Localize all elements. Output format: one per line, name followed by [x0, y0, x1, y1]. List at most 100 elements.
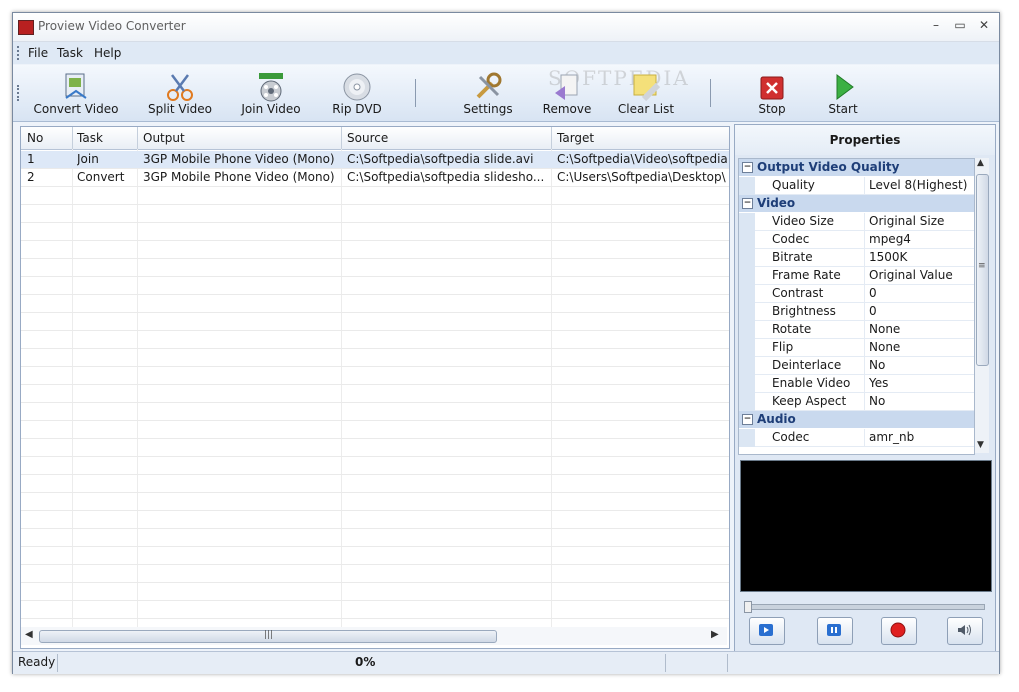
menu-file[interactable]: File [28, 46, 48, 60]
empty-row [21, 385, 729, 403]
status-separator [57, 654, 58, 672]
property-key: Flip [772, 340, 794, 354]
property-key: Codec [772, 430, 810, 444]
scroll-right-icon[interactable]: ▶ [711, 629, 719, 640]
record-stop-button[interactable] [881, 617, 917, 645]
empty-row [21, 601, 729, 619]
properties-panel: Properties − Output Video Quality Qualit… [734, 124, 996, 652]
property-row[interactable]: Frame Rate Original Value [739, 267, 974, 285]
row-divider [864, 321, 865, 339]
cell-output: 3GP Mobile Phone Video (Mono) [143, 170, 335, 184]
close-button[interactable]: ✕ [975, 18, 993, 34]
property-row[interactable]: Deinterlace No [739, 357, 974, 375]
split-video-button[interactable]: Split Video [143, 65, 217, 121]
cell-source: C:\Softpedia\softpedia slide.avi [347, 152, 534, 166]
property-row[interactable]: Contrast 0 [739, 285, 974, 303]
property-row[interactable]: Codec mpeg4 [739, 231, 974, 249]
property-row[interactable]: Rotate None [739, 321, 974, 339]
empty-row [21, 493, 729, 511]
rip-dvd-label: Rip DVD [332, 102, 382, 116]
stop-button[interactable]: Stop [751, 65, 793, 121]
toolbar-separator-2 [710, 79, 711, 107]
property-row-audio-codec[interactable]: Codec amr_nb [739, 429, 974, 447]
stop-label: Stop [758, 102, 786, 116]
property-key: Contrast [772, 286, 824, 300]
row-gutter [739, 429, 755, 447]
property-value: No [869, 358, 886, 372]
column-divider [72, 127, 73, 149]
task-list-header: No Task Output Source Target [21, 127, 729, 150]
property-key: Brightness [772, 304, 836, 318]
maximize-button[interactable]: ▭ [951, 18, 969, 34]
scroll-left-icon[interactable]: ◀ [25, 629, 33, 640]
minimize-button[interactable]: – [927, 18, 945, 34]
column-target[interactable]: Target [557, 131, 594, 145]
scroll-down-icon[interactable]: ▼ [977, 440, 984, 450]
column-output[interactable]: Output [143, 131, 185, 145]
app-icon [18, 20, 34, 35]
row-gutter [739, 303, 755, 321]
menu-help[interactable]: Help [94, 46, 121, 60]
empty-row [21, 205, 729, 223]
pause-button[interactable] [817, 617, 853, 645]
row-divider [864, 357, 865, 375]
horizontal-scrollbar[interactable]: ◀ ||| ▶ [21, 627, 727, 645]
column-task[interactable]: Task [77, 131, 103, 145]
property-row[interactable]: Keep Aspect No [739, 393, 974, 411]
property-row[interactable]: Enable Video Yes [739, 375, 974, 393]
row-gutter [739, 321, 755, 339]
seek-handle[interactable] [744, 601, 752, 613]
collapse-icon[interactable]: − [742, 198, 753, 209]
properties-title: Properties [735, 125, 995, 155]
video-preview [740, 460, 992, 592]
window-title: Proview Video Converter [38, 19, 186, 33]
row-gutter [739, 231, 755, 249]
toolbar-grip [17, 85, 21, 101]
volume-button[interactable] [947, 617, 983, 645]
settings-button[interactable]: Settings [459, 65, 517, 121]
menu-task[interactable]: Task [57, 46, 83, 60]
row-divider [864, 303, 865, 321]
category-output-quality[interactable]: − Output Video Quality [739, 159, 974, 176]
rip-dvd-button[interactable]: Rip DVD [327, 65, 387, 121]
convert-video-button[interactable]: Convert Video [31, 65, 121, 121]
menu-grip [17, 46, 21, 60]
join-video-button[interactable]: Join Video [235, 65, 307, 121]
collapse-icon[interactable]: − [742, 414, 753, 425]
property-row-quality[interactable]: Quality Level 8(Highest) [739, 177, 974, 195]
empty-row [21, 349, 729, 367]
properties-scrollbar[interactable]: ▲ ≡ ▼ [975, 158, 989, 453]
remove-button[interactable]: Remove [539, 65, 595, 121]
scroll-up-icon[interactable]: ▲ [977, 158, 984, 168]
column-source[interactable]: Source [347, 131, 388, 145]
empty-row [21, 583, 729, 601]
category-video[interactable]: − Video [739, 195, 974, 212]
property-row[interactable]: Brightness 0 [739, 303, 974, 321]
play-button[interactable] [749, 617, 785, 645]
seek-slider[interactable] [744, 601, 985, 613]
horizontal-scroll-thumb[interactable]: ||| [39, 630, 497, 643]
status-text: Ready [18, 655, 56, 669]
property-key: Keep Aspect [772, 394, 847, 408]
join-video-label: Join Video [241, 102, 301, 116]
clear-list-button[interactable]: Clear List [613, 65, 679, 121]
category-audio[interactable]: − Audio [739, 411, 974, 428]
property-row[interactable]: Video Size Original Size [739, 213, 974, 231]
property-row[interactable]: Bitrate 1500K [739, 249, 974, 267]
table-row[interactable]: 1 Join 3GP Mobile Phone Video (Mono) C:\… [21, 151, 729, 169]
empty-row [21, 295, 729, 313]
settings-label: Settings [463, 102, 513, 116]
start-button[interactable]: Start [823, 65, 863, 121]
properties-scroll-thumb[interactable]: ≡ [976, 174, 989, 366]
collapse-icon[interactable]: − [742, 162, 753, 173]
toolbar-separator [415, 79, 416, 107]
row-divider [864, 393, 865, 411]
pause-icon [827, 624, 841, 636]
property-row[interactable]: Flip None [739, 339, 974, 357]
row-gutter [739, 177, 755, 195]
cell-output: 3GP Mobile Phone Video (Mono) [143, 152, 335, 166]
column-no[interactable]: No [27, 131, 43, 145]
category-label: Output Video Quality [757, 160, 900, 174]
empty-row [21, 565, 729, 583]
table-row[interactable]: 2 Convert 3GP Mobile Phone Video (Mono) … [21, 169, 729, 187]
